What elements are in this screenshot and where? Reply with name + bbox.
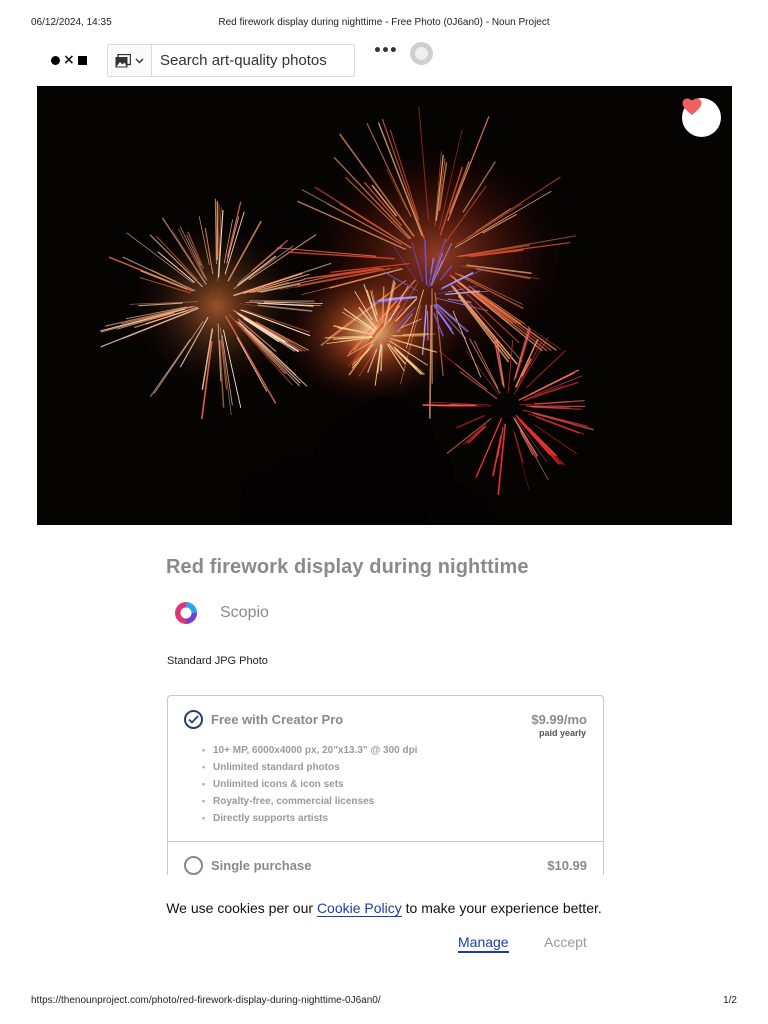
firework-streak: [449, 404, 475, 406]
feature-item: Royalty-free, commercial licenses: [202, 793, 417, 810]
feature-item: Unlimited standard photos: [202, 759, 417, 776]
radio-unchecked-icon[interactable]: [184, 856, 203, 875]
search-type-select[interactable]: [108, 45, 152, 76]
license-pro-price-note: paid yearly: [538, 728, 586, 738]
cookie-text-before: We use cookies per our: [166, 900, 317, 916]
photo-preview: [37, 86, 732, 525]
firework-streak: [380, 344, 383, 372]
feature-item: Unlimited icons & icon sets: [202, 776, 417, 793]
logo-dot: [51, 55, 60, 65]
check-icon: [188, 715, 199, 724]
chevron-down-icon: [135, 58, 144, 63]
logo-x: ×: [63, 51, 75, 68]
photo-title: Red firework display during nighttime: [166, 556, 529, 578]
accept-cookies-button[interactable]: Accept: [544, 934, 587, 950]
creator[interactable]: Scopio: [174, 601, 269, 625]
user-avatar[interactable]: [410, 42, 433, 65]
search-bar: [107, 44, 355, 77]
cookie-message: We use cookies per our Cookie Policy to …: [0, 900, 768, 917]
more-options-icon[interactable]: •••: [373, 44, 398, 61]
heart-icon: [682, 98, 702, 115]
license-option-creator-pro[interactable]: Free with Creator Pro $9.99/mo paid year…: [168, 696, 603, 842]
license-option-header: Free with Creator Pro $9.99/mo: [184, 710, 587, 729]
license-option-header: Single purchase $10.99: [184, 856, 587, 875]
noun-project-logo[interactable]: ×: [51, 51, 91, 69]
firework-streak: [426, 310, 429, 341]
format-label: Standard JPG Photo: [167, 655, 268, 667]
search-input[interactable]: [152, 45, 354, 76]
print-page-number: 1/2: [723, 995, 737, 1006]
license-options: Free with Creator Pro $9.99/mo paid year…: [167, 695, 604, 875]
cookie-text-after: to make your experience better.: [401, 900, 602, 916]
print-page-title: Red firework display during nighttime - …: [218, 17, 550, 28]
radio-checked-icon[interactable]: [184, 710, 203, 729]
favorite-button[interactable]: [682, 98, 721, 137]
license-pro-price: $9.99/mo: [531, 712, 587, 727]
fireworks-photo: [37, 86, 732, 525]
cookie-policy-link[interactable]: Cookie Policy: [316, 900, 402, 917]
cookie-banner: We use cookies per our Cookie Policy to …: [0, 875, 768, 965]
manage-cookies-button[interactable]: Manage: [458, 934, 509, 953]
license-pro-label: Free with Creator Pro: [211, 712, 344, 727]
scopio-logo-icon: [175, 602, 197, 624]
creator-name: Scopio: [220, 604, 269, 621]
photo-icon: [115, 53, 131, 67]
license-single-price: $10.99: [547, 858, 587, 873]
feature-item: Directly supports artists: [202, 810, 417, 827]
license-option-single-purchase[interactable]: Single purchase $10.99: [168, 842, 603, 875]
logo-square: [77, 55, 87, 65]
print-footer: https://thenounproject.com/photo/red-fir…: [31, 995, 737, 1009]
license-pro-features: 10+ MP, 6000x4000 px, 20"x13.3" @ 300 dp…: [202, 742, 417, 827]
print-url: https://thenounproject.com/photo/red-fir…: [31, 995, 381, 1006]
license-single-label: Single purchase: [211, 858, 312, 873]
print-header: 06/12/2024, 14:35 Red firework display d…: [31, 17, 737, 31]
feature-item: 10+ MP, 6000x4000 px, 20"x13.3" @ 300 dp…: [202, 742, 417, 759]
